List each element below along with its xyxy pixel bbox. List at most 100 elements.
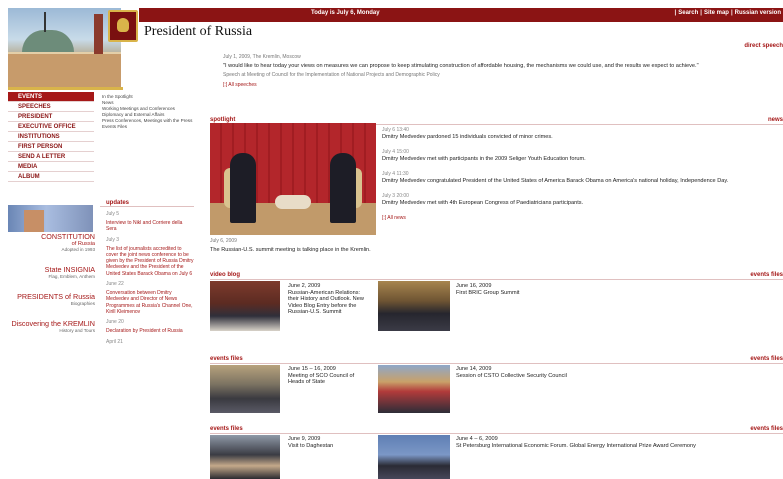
update-link[interactable]: The list of journalists accredited to co… xyxy=(100,246,194,277)
news-item: July 4 11:30 Dmitry Medvedev congratulat… xyxy=(382,171,783,185)
all-news-label: All news xyxy=(387,215,406,221)
events-files-label[interactable]: events files xyxy=(750,272,783,278)
csto-session-link[interactable]: Session of CSTO Collective Security Coun… xyxy=(456,373,567,379)
state-insignia-link[interactable]: State INSIGNIA Flag, Emblem, Anthem xyxy=(8,265,95,280)
direct-speech-label[interactable]: direct speech xyxy=(744,43,783,49)
constitution-link[interactable]: CONSTITUTION of Russia Adopted in 1993 xyxy=(8,232,95,253)
state-insignia-title: State INSIGNIA xyxy=(44,265,95,274)
video-blog-link[interactable]: Russian-American Relations: their Histor… xyxy=(288,290,364,316)
csto-session-date: June 14, 2009 xyxy=(456,366,492,372)
constitution-image[interactable] xyxy=(8,205,93,232)
update-date: July 5 xyxy=(106,211,120,217)
bric-summit-link[interactable]: First BRIC Group Summit xyxy=(456,290,519,296)
speech-quote[interactable]: "I would like to hear today your views o… xyxy=(223,63,783,70)
menu-item-president[interactable]: PRESIDENT xyxy=(8,112,94,122)
kremlin-header-photo xyxy=(8,8,121,87)
all-news-link[interactable]: [:] All news xyxy=(382,215,783,221)
site-map-link[interactable]: Site map xyxy=(704,10,729,16)
menu-item-first-person[interactable]: FIRST PERSON xyxy=(8,142,94,152)
kremlin-title: Discovering the KREMLIN xyxy=(11,319,96,328)
direct-speech: July 1, 2009, The Kremlin, Moscow "I wou… xyxy=(223,54,783,88)
news-item: July 3 20:00 Dmitry Medvedev met with 4t… xyxy=(382,193,783,207)
daghestan-visit-date: June 9, 2009 xyxy=(288,436,321,442)
emblem-icon[interactable] xyxy=(108,10,138,42)
menu-item-institutions[interactable]: INSTITUTIONS xyxy=(8,132,94,142)
update-date: June 22 xyxy=(106,281,124,288)
events-files-label[interactable]: events files xyxy=(750,356,783,362)
spotlight-date: July 6, 2009 xyxy=(210,238,237,244)
news-item: July 6 13:40 Dmitry Medvedev pardoned 15… xyxy=(382,127,783,141)
sco-council-caption: June 15 – 16, 2009 Meeting of SCO Counci… xyxy=(288,366,368,386)
sco-council-date: June 15 – 16, 2009 xyxy=(288,366,336,372)
speech-date: July 1, 2009, The Kremlin, Moscow xyxy=(223,54,301,60)
bric-summit-date: June 16, 2009 xyxy=(456,283,492,289)
menu-item-album[interactable]: ALBUM xyxy=(8,172,94,182)
news-link[interactable]: Dmitry Medvedev pardoned 15 individuals … xyxy=(382,134,783,141)
update-link[interactable]: Declaration by President of Russia xyxy=(100,328,194,334)
news-date: July 6 13:40 xyxy=(382,127,409,133)
economic-forum-thumbnail[interactable] xyxy=(378,435,450,479)
events-files-label[interactable]: events files xyxy=(210,426,243,432)
spotlight-photo[interactable] xyxy=(210,123,376,235)
today-date: Today is July 6, Monday xyxy=(311,10,380,16)
daghestan-visit-caption: June 9, 2009 Visit to Daghestan xyxy=(288,436,368,449)
news-link[interactable]: Dmitry Medvedev met with participants in… xyxy=(382,156,783,163)
update-date: April 21 xyxy=(106,338,123,345)
economic-forum-date: June 4 – 6, 2009 xyxy=(456,436,498,442)
update-link[interactable]: Interview to Nikl and Corriere della Ser… xyxy=(100,220,194,233)
daghestan-visit-link[interactable]: Visit to Daghestan xyxy=(288,443,333,449)
video-blog-caption: June 2, 2009 Russian-American Relations:… xyxy=(288,283,368,316)
presidents-link[interactable]: PRESIDENTS of Russia Biographies xyxy=(8,292,95,307)
economic-forum-link[interactable]: St Petersburg International Economic For… xyxy=(456,443,696,449)
video-blog-label[interactable]: video blog xyxy=(210,272,240,278)
header-rule xyxy=(8,87,123,90)
news-label[interactable]: news xyxy=(768,117,783,123)
sco-council-link[interactable]: Meeting of SCO Council of Heads of State xyxy=(288,373,354,386)
news-date: July 4 11:30 xyxy=(382,171,409,177)
submenu: In the Spotlight News Working Meetings a… xyxy=(102,94,194,130)
section-rule xyxy=(210,433,783,434)
events-files-label[interactable]: events files xyxy=(750,426,783,432)
menu-item-events[interactable]: EVENTS xyxy=(8,92,94,102)
sco-council-thumbnail[interactable] xyxy=(210,365,280,413)
bric-summit-caption: June 16, 2009 First BRIC Group Summit xyxy=(456,283,656,296)
update-link[interactable]: Conversation between Dmitry Medvedev and… xyxy=(100,290,194,315)
top-bar: Today is July 6, Monday | Search | Site map… xyxy=(139,8,783,22)
menu-item-executive-office[interactable]: EXECUTIVE OFFICE xyxy=(8,122,94,132)
presidents-sub: Biographies xyxy=(70,301,95,306)
news-link[interactable]: Dmitry Medvedev congratulated President … xyxy=(382,178,783,185)
search-link[interactable]: Search xyxy=(678,10,698,16)
news-list: July 6 13:40 Dmitry Medvedev pardoned 15… xyxy=(382,127,783,221)
video-blog-thumbnail[interactable] xyxy=(210,281,280,331)
news-date: July 3 20:00 xyxy=(382,193,409,199)
csto-session-thumbnail[interactable] xyxy=(378,365,450,413)
section-rule xyxy=(210,363,783,364)
all-speeches-link[interactable]: [:] All speeches xyxy=(223,82,783,88)
menu-item-speeches[interactable]: SPEECHES xyxy=(8,102,94,112)
news-date: July 4 15:00 xyxy=(382,149,409,155)
presidents-title: PRESIDENTS of Russia xyxy=(17,292,95,301)
page: Today is July 6, Monday | Search | Site map… xyxy=(0,0,783,479)
updates: updates July 5 Interview to Nikl and Cor… xyxy=(100,200,194,348)
kremlin-link[interactable]: Discovering the KREMLIN History and Tour… xyxy=(8,319,96,334)
news-item: July 4 15:00 Dmitry Medvedev met with pa… xyxy=(382,149,783,163)
state-insignia-sub: Flag, Emblem, Anthem xyxy=(48,274,95,279)
bric-summit-thumbnail[interactable] xyxy=(378,281,450,331)
constitution-title: CONSTITUTION xyxy=(41,232,95,241)
economic-forum-caption: June 4 – 6, 2009 St Petersburg Internati… xyxy=(456,436,782,449)
spotlight-text[interactable]: The Russian-U.S. summit meeting is talki… xyxy=(210,247,376,254)
news-link[interactable]: Dmitry Medvedev met with 4th European Co… xyxy=(382,200,783,207)
menu-item-media[interactable]: MEDIA xyxy=(8,162,94,172)
site-title[interactable]: President of Russia xyxy=(144,24,252,40)
main-menu: EVENTS SPEECHES PRESIDENT EXECUTIVE OFFI… xyxy=(8,92,94,182)
all-speeches-label: All speeches xyxy=(228,82,257,88)
events-files-label[interactable]: events files xyxy=(210,356,243,362)
daghestan-visit-thumbnail[interactable] xyxy=(210,435,280,479)
submenu-item[interactable]: Events Files xyxy=(102,124,194,130)
update-date: July 3 xyxy=(106,236,120,243)
csto-session-caption: June 14, 2009 Session of CSTO Collective… xyxy=(456,366,656,379)
speech-source: Speech at Meeting of Council for the Imp… xyxy=(223,72,440,78)
menu-item-send-a-letter[interactable]: SEND A LETTER xyxy=(8,152,94,162)
russian-version-link[interactable]: Russian version xyxy=(735,10,781,16)
updates-header: updates xyxy=(100,200,194,207)
